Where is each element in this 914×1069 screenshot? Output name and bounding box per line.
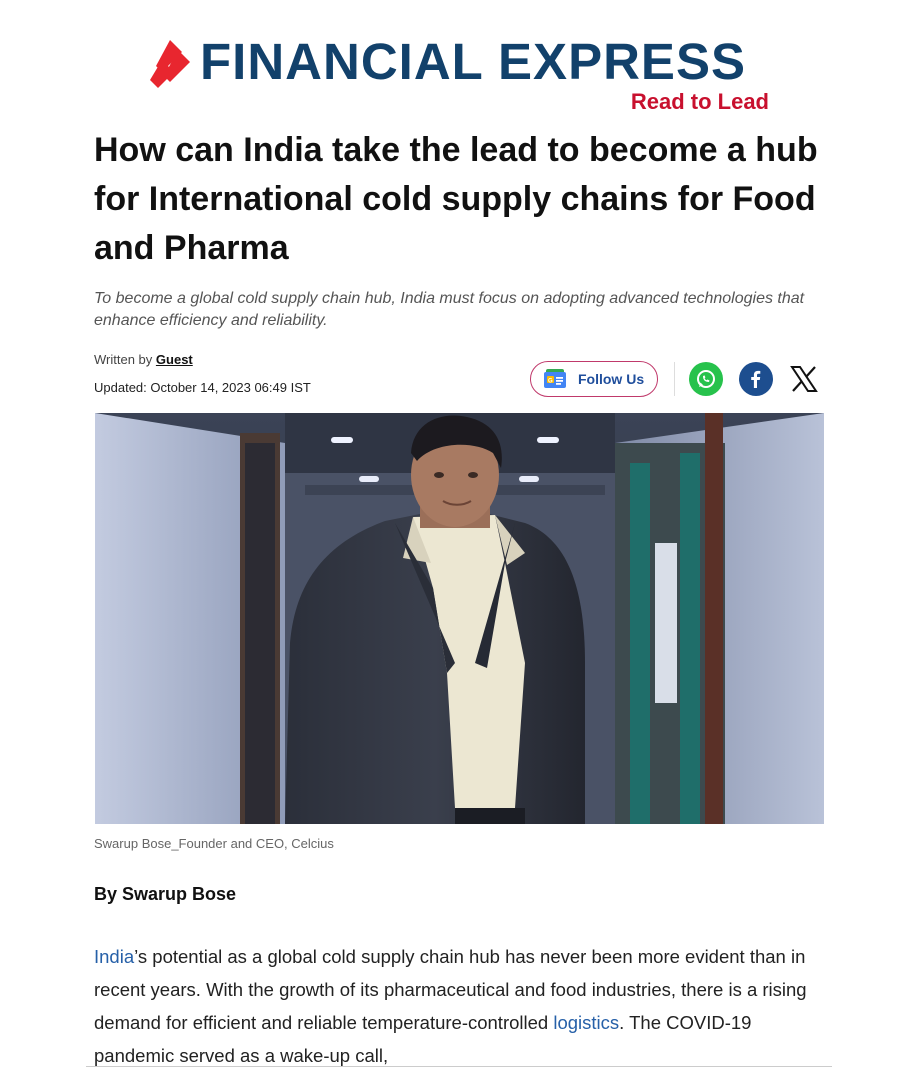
masthead: FINANCIAL EXPRESS Read to Lead xyxy=(0,0,914,118)
updated-date: Updated: October 14, 2023 06:49 IST xyxy=(94,380,311,395)
whatsapp-share-button[interactable] xyxy=(689,362,723,396)
logo-mark-icon xyxy=(150,40,190,88)
article-meta: Written by Guest Updated: October 14, 20… xyxy=(94,352,311,396)
facebook-share-button[interactable] xyxy=(739,362,773,396)
india-link[interactable]: India xyxy=(94,946,134,967)
article-photo xyxy=(95,413,824,824)
social-share-bar: G Follow Us xyxy=(530,360,819,398)
article-image xyxy=(95,413,824,824)
x-icon[interactable] xyxy=(789,364,819,394)
bottom-divider xyxy=(86,1066,832,1067)
logistics-link[interactable]: logistics xyxy=(553,1012,619,1033)
follow-us-button[interactable]: G Follow Us xyxy=(530,361,658,397)
author-link[interactable]: Guest xyxy=(156,352,193,367)
google-news-icon: G xyxy=(544,369,566,388)
divider xyxy=(674,362,675,396)
article-body-paragraph: India’s potential as a global cold suppl… xyxy=(94,940,814,1069)
site-tagline: Read to Lead xyxy=(630,89,769,114)
svg-text:G: G xyxy=(548,379,553,385)
written-by: Written by Guest xyxy=(94,352,311,368)
article-synopsis: To become a global cold supply chain hub… xyxy=(94,290,805,329)
article-title: How can India take the lead to become a … xyxy=(94,131,818,267)
article-byline: By Swarup Bose xyxy=(94,884,237,904)
facebook-icon xyxy=(751,370,761,388)
follow-us-label: Follow Us xyxy=(578,371,645,387)
whatsapp-icon xyxy=(697,370,715,388)
image-caption: Swarup Bose_Founder and CEO, Celcius xyxy=(94,836,334,851)
written-by-label: Written by xyxy=(94,352,153,367)
site-logo[interactable]: FINANCIAL EXPRESS xyxy=(200,34,746,90)
